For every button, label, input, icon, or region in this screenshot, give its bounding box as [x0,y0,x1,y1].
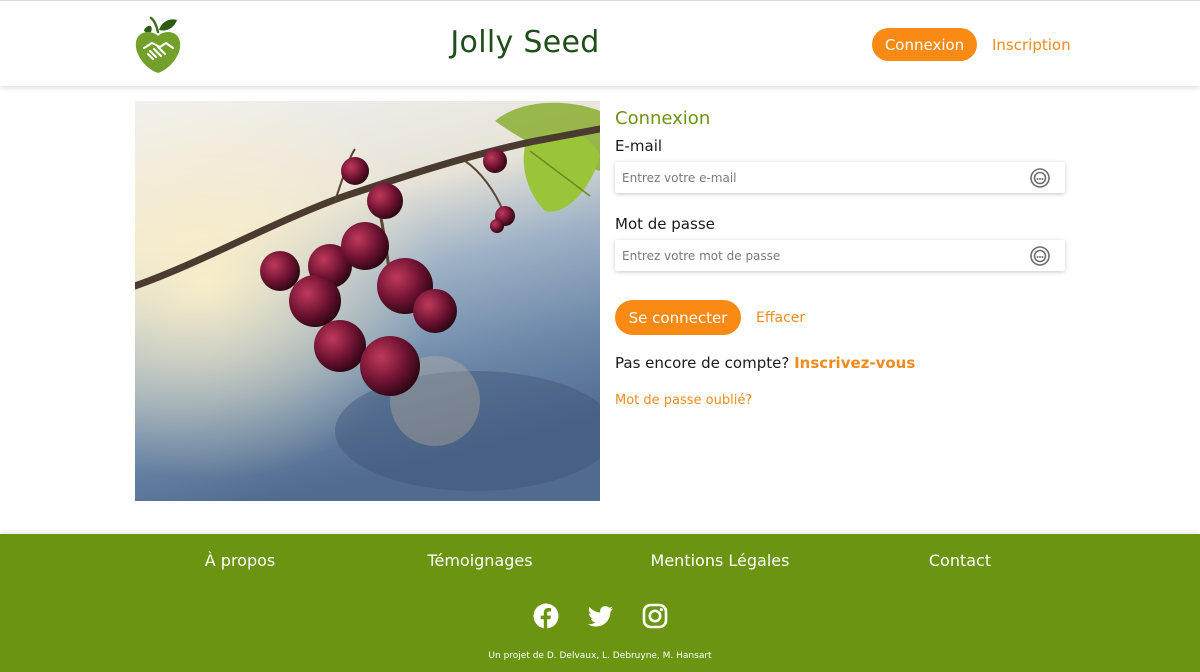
site-footer: À propos Témoignages Mentions Légales Co… [0,534,1200,672]
no-account-text: Pas encore de compte? [615,354,790,372]
forgot-password-link[interactable]: Mot de passe oublié? [615,393,752,408]
password-field[interactable] [615,240,1025,271]
footer-link-testimonials[interactable]: Témoignages [380,551,580,570]
password-manager-icon[interactable] [1029,167,1051,189]
password-field-box [615,240,1065,271]
footer-link-contact[interactable]: Contact [860,551,1060,570]
header-register-link[interactable]: Inscription [992,36,1071,54]
footer-credit: Un projet de D. Delvaux, L. Debruyne, M.… [488,651,712,661]
password-manager-icon[interactable] [1029,245,1051,267]
submit-login-button[interactable]: Se connecter [615,300,741,335]
no-account-prompt: Pas encore de compte? Inscrivez-vous [615,354,915,372]
footer-link-legal[interactable]: Mentions Légales [620,551,820,570]
password-label: Mot de passe [615,215,715,233]
facebook-icon[interactable] [533,603,559,629]
clear-form-link[interactable]: Effacer [756,310,805,326]
email-field-box [615,162,1065,193]
footer-link-about[interactable]: À propos [140,551,340,570]
twitter-icon[interactable] [588,603,614,629]
instagram-icon[interactable] [642,603,668,629]
login-form-title: Connexion [615,108,711,129]
email-field[interactable] [615,162,1025,193]
blackberries-photo [135,101,600,501]
signup-link[interactable]: Inscrivez-vous [794,354,915,372]
header-login-button[interactable]: Connexion [872,28,977,61]
site-header: Jolly Seed Connexion Inscription [0,0,1200,86]
email-label: E-mail [615,137,663,155]
